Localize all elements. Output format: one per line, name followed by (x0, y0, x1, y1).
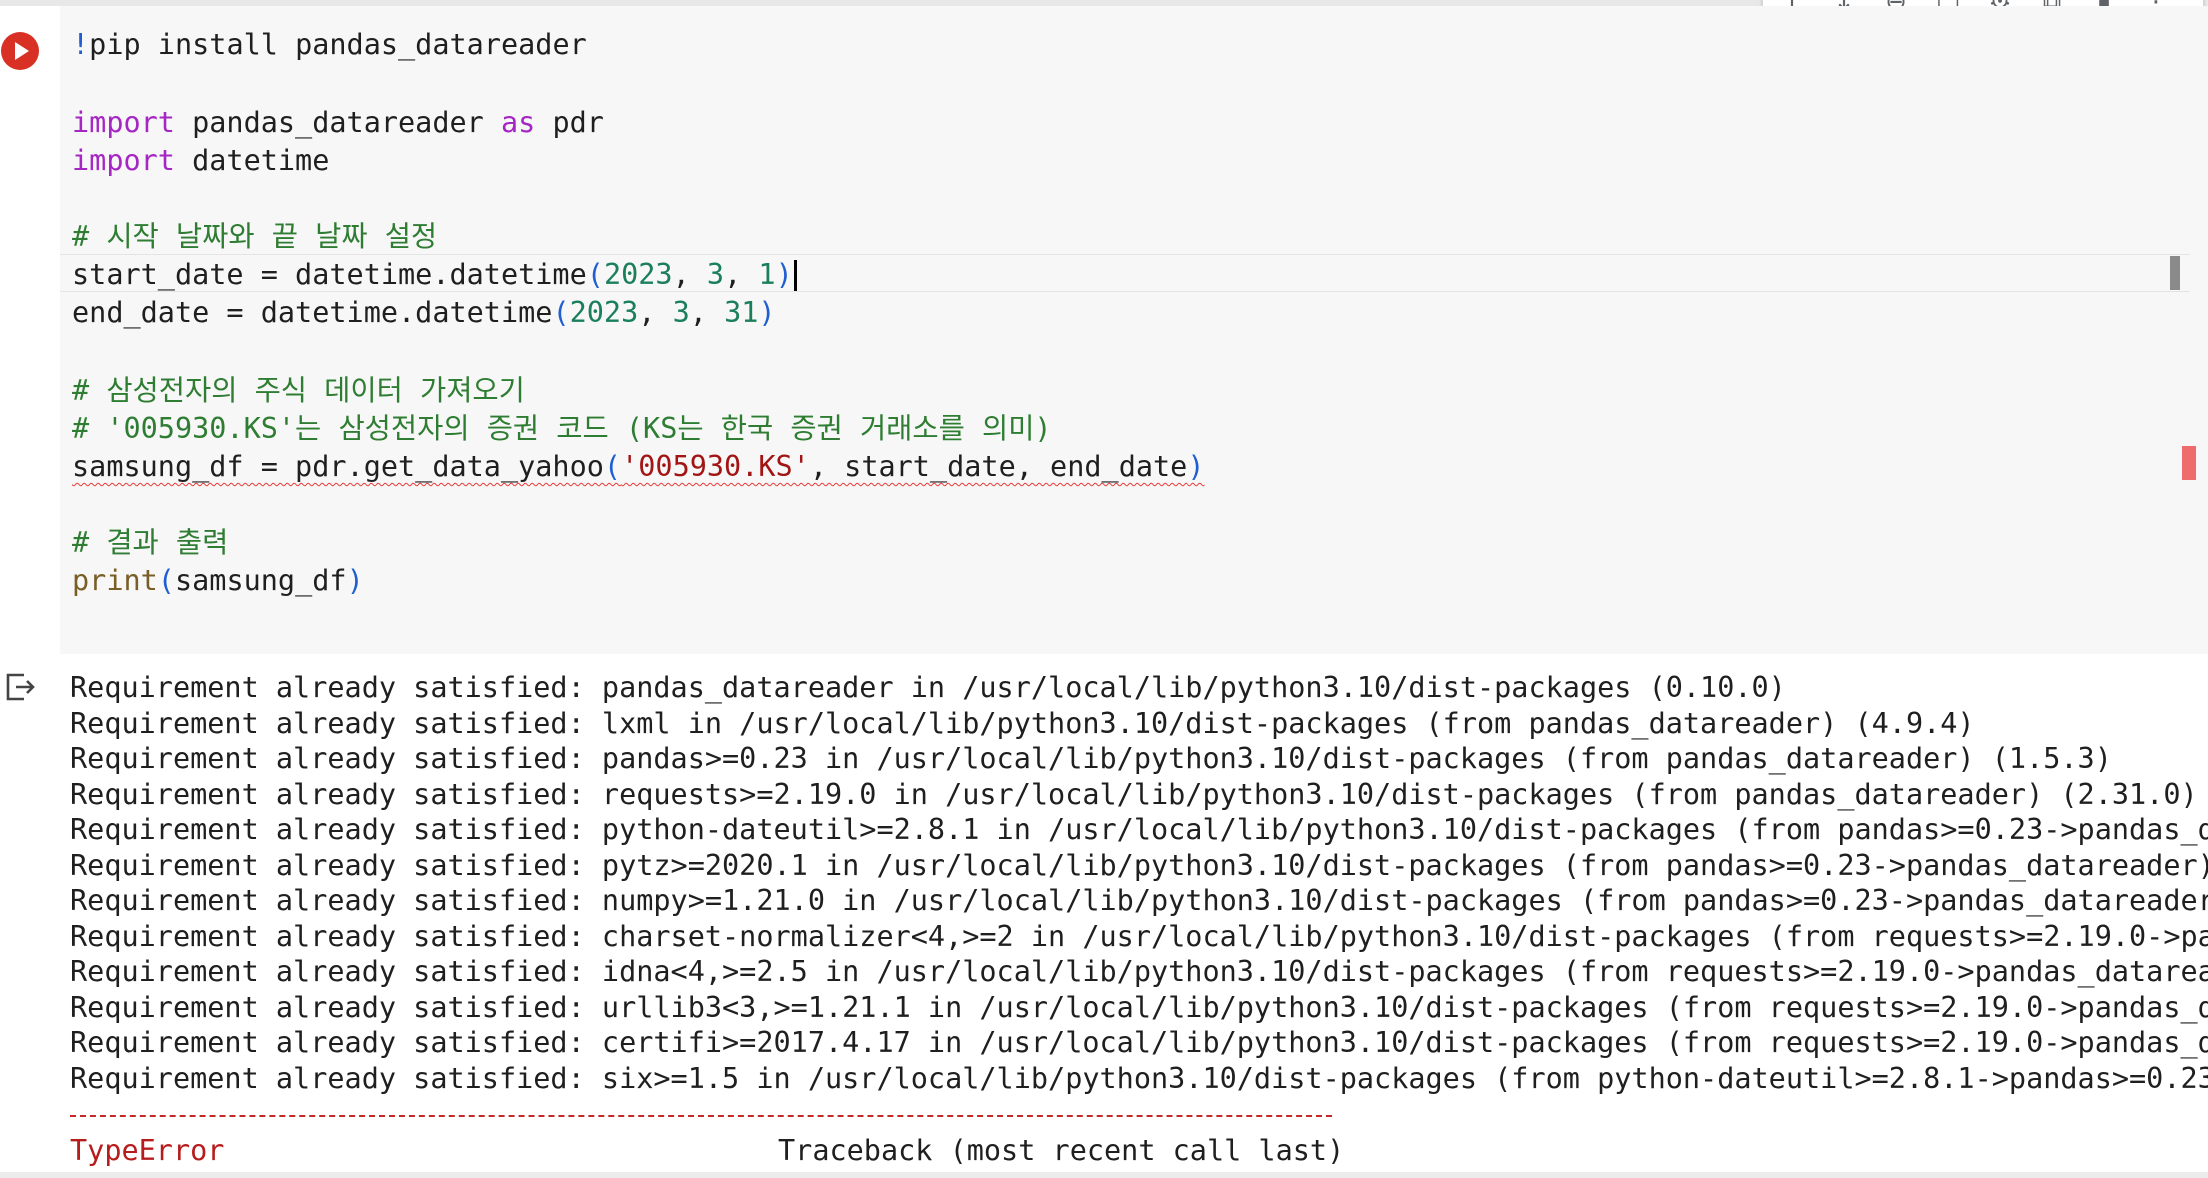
scrollbar-cursor-marker (2170, 256, 2180, 290)
shell-prefix: ! (72, 28, 90, 61)
output-line: Requirement already satisfied: idna<4,>=… (70, 955, 2208, 988)
run-cell-button[interactable] (1, 32, 39, 70)
output-line: Requirement already satisfied: pandas_da… (70, 671, 1786, 704)
code-line-3: import pandas_datareader as pdr (72, 106, 604, 139)
bottom-scroll-edge (0, 1172, 2208, 1178)
code-line-print: print(samsung_df) (72, 564, 364, 597)
traceback-separator (70, 1115, 1332, 1117)
output-line: Requirement already satisfied: pandas>=0… (70, 742, 2112, 775)
output-line: Requirement already satisfied: numpy>=1.… (70, 884, 2208, 917)
output-line: Requirement already satisfied: requests>… (70, 777, 2198, 811)
output-line: Requirement already satisfied: urllib3<3… (70, 990, 2208, 1024)
error-type: TypeError (70, 1134, 225, 1167)
code-line-end-date: end_date = datetime.datetime(2023, 3, 31… (72, 296, 776, 329)
output-line: Requirement already satisfied: lxml in /… (70, 706, 1975, 740)
output-line: Requirement already satisfied: python-da… (70, 813, 2208, 846)
lint-error-underline: samsung_df = pdr.get_data_yahoo('005930.… (72, 450, 1205, 483)
code-comment-print: # 결과 출력 (72, 526, 229, 559)
output-line: Requirement already satisfied: certifi>=… (70, 1026, 2208, 1059)
output-line: Requirement already satisfied: pytz>=202… (70, 848, 2208, 882)
code-line-4: import datetime (72, 144, 330, 177)
code-editor[interactable]: !pip install pandas_datareader import pa… (60, 6, 2208, 654)
code-line-1: !pip install pandas_datareader (72, 28, 587, 61)
code-comment-dates: # 시작 날짜와 끝 날짜 설정 (72, 220, 438, 253)
output-line: Requirement already satisfied: charset-n… (70, 919, 2208, 953)
code-comment-ticker: # '005930.KS'는 삼성전자의 증권 코드 (KS는 한국 증권 거래… (72, 412, 1052, 445)
output-line: Requirement already satisfied: six>=1.5 … (70, 1061, 2208, 1095)
code-line-samsung-df: samsung_df = pdr.get_data_yahoo('005930.… (72, 448, 1205, 486)
output-icon[interactable] (4, 672, 36, 702)
cell-gutter (0, 6, 60, 654)
active-line-highlight (60, 254, 2190, 292)
traceback-label: Traceback (most recent call last) (778, 1134, 1345, 1167)
code-comment-fetch: # 삼성전자의 주식 데이터 가져오기 (72, 374, 525, 407)
scrollbar-error-marker (2182, 446, 2196, 480)
